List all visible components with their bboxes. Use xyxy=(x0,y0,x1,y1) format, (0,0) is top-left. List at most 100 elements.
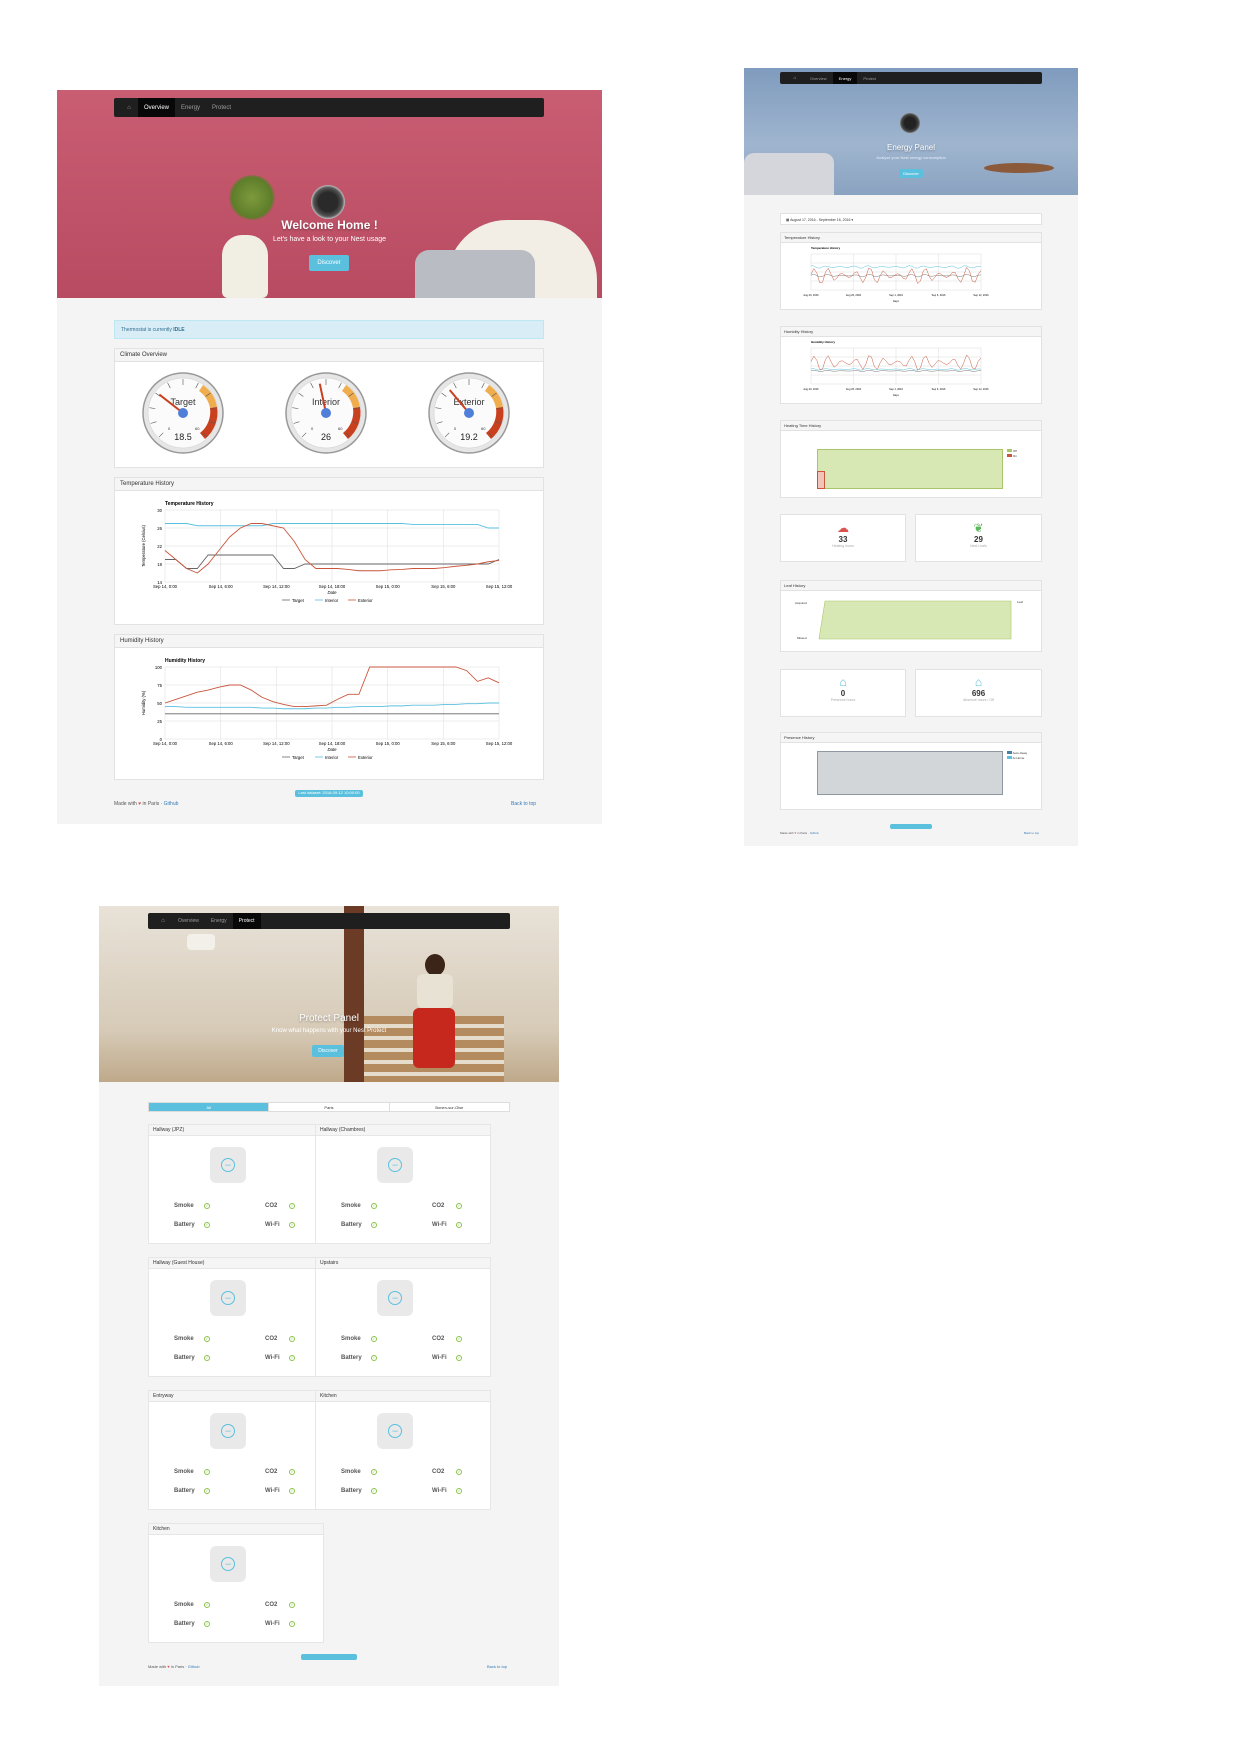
co2-ok-icon: ✓ xyxy=(289,1602,295,1608)
overview-hero: Welcome Home ! Let's have a look to your… xyxy=(57,90,602,298)
pillow-decoration xyxy=(415,250,535,298)
protect-device-card[interactable]: Hallway (Chambres) nest Smoke ✓ CO2 ✓ Ba… xyxy=(315,1124,491,1244)
tab-paris[interactable]: Paris xyxy=(268,1103,388,1111)
vase-decoration xyxy=(222,235,268,298)
x-axis-label: Days xyxy=(893,299,900,303)
gauge-value: 26 xyxy=(321,432,331,442)
discover-button[interactable]: Discover xyxy=(309,255,349,271)
smoke-label: Smoke xyxy=(174,1469,194,1475)
x-tick-label: Aug 20, 2016 xyxy=(803,293,819,297)
wifi-label: Wi-Fi xyxy=(432,1355,447,1361)
date-range-picker[interactable]: ▦ August 17, 2016 - September 16, 2016 ▾ xyxy=(780,213,1042,225)
y-tick-label: 22 xyxy=(157,544,162,549)
protect-device-card[interactable]: Entryway nest Smoke ✓ CO2 ✓ Battery ✓ Wi… xyxy=(148,1390,324,1510)
protect-device-card[interactable]: Kitchen nest Smoke ✓ CO2 ✓ Battery ✓ Wi-… xyxy=(315,1390,491,1510)
y-tick-label: 25 xyxy=(157,719,162,724)
home-icon[interactable]: ⌂ xyxy=(786,72,804,84)
nav-overview[interactable]: Overview xyxy=(172,913,205,929)
footer-in: in Paris · xyxy=(142,801,163,807)
protect-device-card[interactable]: Hallway (JPZ) nest Smoke ✓ CO2 ✓ Battery… xyxy=(148,1124,324,1244)
y-axis-label: Humidity (%) xyxy=(141,690,146,715)
x-tick-label: Sep 6, 2016 xyxy=(932,387,946,391)
gauge-hub xyxy=(321,408,331,418)
device-name: Kitchen xyxy=(149,1524,323,1535)
gauge-value: 18.5 xyxy=(174,432,192,442)
discover-button[interactable]: Discover xyxy=(312,1045,344,1057)
smoke-label: Smoke xyxy=(341,1203,361,1209)
calendar-icon: ▦ xyxy=(786,218,790,222)
github-link[interactable]: Github xyxy=(810,831,819,835)
x-tick-label: Sep 12, 2016 xyxy=(973,293,989,297)
leaf-area xyxy=(818,600,1012,640)
back-to-top-link[interactable]: Back to top xyxy=(487,1664,507,1669)
legend-label: Target xyxy=(292,755,305,760)
x-tick-label: Sep 14, 12:00 xyxy=(263,741,290,746)
x-tick-label: Sep 12, 2016 xyxy=(973,387,989,391)
nav-energy[interactable]: Energy xyxy=(205,913,233,929)
home-icon: ⌂ xyxy=(839,675,847,689)
nav-overview[interactable]: Overview xyxy=(138,98,176,117)
caret-down-icon: ▾ xyxy=(851,218,854,222)
footer-in: in Paris · xyxy=(797,831,809,835)
wifi-ok-icon: ✓ xyxy=(289,1222,295,1228)
panel-heading: Climate Overview xyxy=(115,349,543,362)
humidity-chart: Humidity History1007550250Sep 14, 0:00 Se… xyxy=(141,658,513,760)
legend-label: Interior xyxy=(325,755,339,760)
co2-label: CO2 xyxy=(432,1336,445,1342)
humidity-history-panel: Humidity History Humidity History 100 75 50… xyxy=(114,634,544,780)
tab-bonen[interactable]: Bonen-sur-Oise xyxy=(388,1103,509,1111)
last-dataset-badge xyxy=(301,1654,357,1660)
github-link[interactable]: Github xyxy=(188,1664,200,1669)
heart-icon: ♥ xyxy=(138,801,142,807)
smoke-label: Smoke xyxy=(174,1203,194,1209)
co2-ok-icon: ✓ xyxy=(456,1203,462,1209)
temperature-chart: Temperature History3026221814Sep 14, 0:0… xyxy=(141,501,513,603)
presence-legend: Auto-Away At Home xyxy=(1007,751,1027,761)
stat-presence-hours: ⌂ 0 Presence hours xyxy=(780,669,906,717)
back-to-top-link[interactable]: Back to top xyxy=(511,801,536,807)
home-icon[interactable]: ⌂ xyxy=(154,913,172,929)
gauge-exterior: Exterior0 6019.2 xyxy=(428,372,510,454)
last-dataset-badge xyxy=(890,824,932,829)
chart-title: Temperature History xyxy=(165,501,214,507)
hero-title: Protect Panel xyxy=(298,1013,360,1024)
smoke-label: Smoke xyxy=(174,1602,194,1608)
home-icon[interactable]: ⌂ xyxy=(120,98,138,117)
device-logo: nest xyxy=(388,1291,402,1305)
protect-device-card[interactable]: Kitchen nest Smoke ✓ CO2 ✓ Battery ✓ Wi-… xyxy=(148,1523,324,1643)
nav-energy[interactable]: Energy xyxy=(175,98,206,117)
x-tick-label: Sep 15, 6:00 xyxy=(431,584,456,589)
climate-overview-panel: Climate Overview Target 0 60 18.5 Interior 0… xyxy=(114,348,544,468)
panel-heading: Presence History xyxy=(781,733,1041,743)
back-to-top-text[interactable]: Back to top xyxy=(487,1664,507,1669)
battery-label: Battery xyxy=(341,1488,362,1494)
alert-prefix: Thermostat is currently xyxy=(121,327,174,333)
github-link[interactable]: Github xyxy=(164,801,179,807)
legend-at-home: At Home xyxy=(1012,756,1025,760)
battery-label: Battery xyxy=(174,1488,195,1494)
y-tick-label: 75 xyxy=(157,683,162,688)
battery-ok-icon: ✓ xyxy=(371,1355,377,1361)
x-tick-label: Sep 14, 18:00 xyxy=(319,584,346,589)
discover-button[interactable]: Discover xyxy=(899,169,923,178)
gauge-value: 19.2 xyxy=(460,432,478,442)
device-name: Hallway (Guest House) xyxy=(149,1258,323,1269)
nav-energy[interactable]: Energy xyxy=(832,72,858,84)
nav-protect[interactable]: Protect xyxy=(232,913,261,929)
nest-protect-icon: nest xyxy=(377,1280,413,1316)
y-tick-label: 26 xyxy=(157,526,162,531)
tab-all[interactable]: All xyxy=(149,1103,269,1111)
heart-icon: ♥ xyxy=(167,1664,170,1669)
x-tick-label: Sep 1, 2016 xyxy=(889,293,903,297)
nav-overview[interactable]: Overview xyxy=(804,72,833,84)
smoke-label: Smoke xyxy=(341,1469,361,1475)
back-to-top-text[interactable]: Back to top xyxy=(1024,831,1039,835)
back-to-top-text[interactable]: Back to top xyxy=(511,801,536,807)
legend-label: Exterior xyxy=(358,755,373,760)
protect-device-card[interactable]: Hallway (Guest House) nest Smoke ✓ CO2 ✓… xyxy=(148,1257,324,1377)
legend-label: Target xyxy=(292,598,305,603)
protect-device-card[interactable]: Upstairs nest Smoke ✓ CO2 ✓ Battery ✓ Wi… xyxy=(315,1257,491,1377)
nav-protect[interactable]: Protect xyxy=(857,72,882,84)
back-to-top-link[interactable]: Back to top xyxy=(1024,831,1039,835)
nav-protect[interactable]: Protect xyxy=(206,98,237,117)
